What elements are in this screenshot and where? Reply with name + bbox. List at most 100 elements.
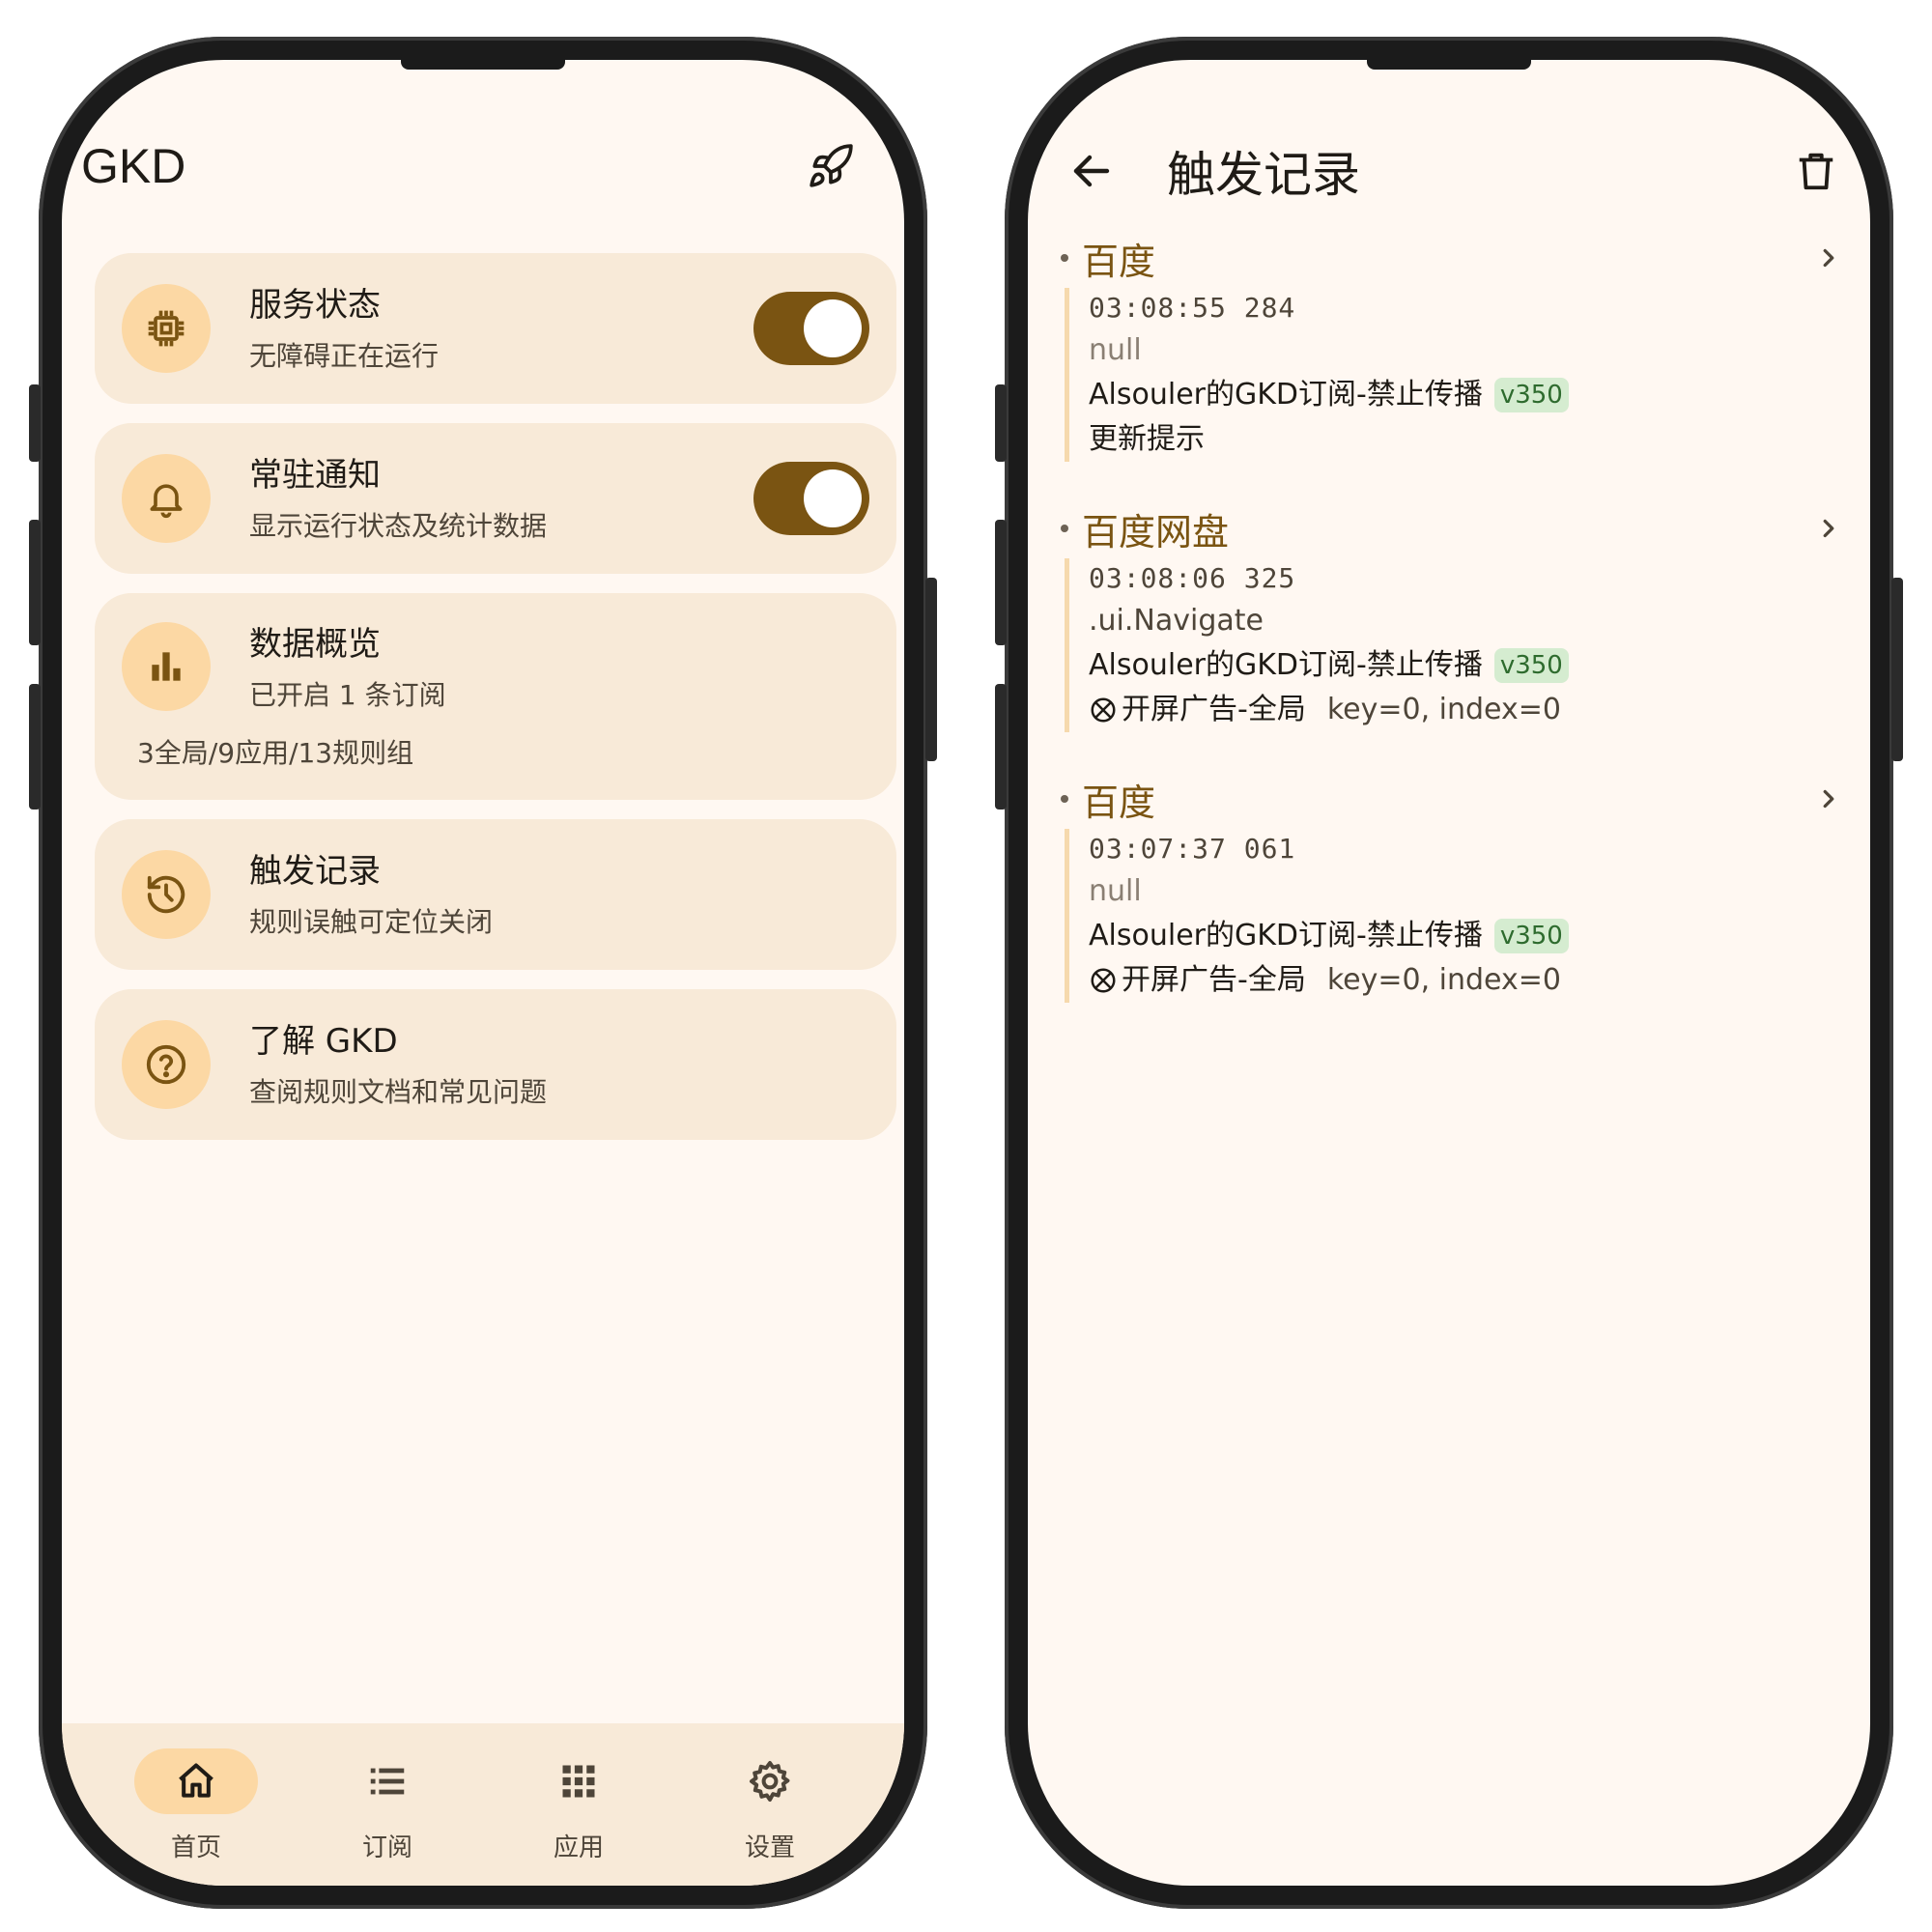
card-icon-bg <box>122 454 211 543</box>
grid-icon <box>562 1765 595 1798</box>
home-icon <box>179 1763 213 1798</box>
rocket-button[interactable] <box>796 131 866 201</box>
rules-summary: 3全局/9应用/13规则组 <box>137 737 414 769</box>
switch-knob <box>804 469 862 527</box>
service-status-switch[interactable] <box>753 292 869 365</box>
record-app-name: 百度 <box>1082 781 1156 824</box>
home-cards: 服务状态 无障碍正在运行 常驻通知 显示运行状态及统计数据 数据概览 已开启 1… <box>95 253 896 1159</box>
bullet-dot <box>1061 254 1068 262</box>
version-badge: v350 <box>1493 378 1569 412</box>
card-icon-bg <box>122 1020 211 1109</box>
card-subtitle: 显示运行状态及统计数据 <box>249 510 548 542</box>
bullet-dot <box>1061 525 1068 532</box>
nav-home[interactable]: 首页 <box>114 1748 278 1886</box>
ban-icon <box>1091 697 1116 723</box>
card-title: 触发记录 <box>249 852 381 891</box>
side-button <box>995 684 1007 810</box>
power-button <box>925 578 937 761</box>
record-item[interactable]: 百度 03:07:37 061 null Alsouler的GKD订阅-禁止传播… <box>1061 775 1843 1003</box>
home-app-bar: GKD <box>81 128 866 205</box>
card-subtitle: 已开启 1 条订阅 <box>249 679 446 711</box>
back-button[interactable] <box>1057 136 1126 206</box>
trash-icon <box>1799 153 1833 190</box>
card-subtitle: 规则误触可定位关闭 <box>249 906 494 938</box>
card-icon-bg <box>122 284 211 373</box>
bottom-navigation: 首页 订阅 应用 设置 <box>62 1723 904 1886</box>
version-badge: v350 <box>1493 648 1569 683</box>
record-subscription: Alsouler的GKD订阅-禁止传播 <box>1089 378 1483 412</box>
phone-frame-right: 触发记录 百度 03:08:55 284 null Alsouler的GKD订阅… <box>995 37 1903 1909</box>
trigger-records-screen: 触发记录 百度 03:08:55 284 null Alsouler的GKD订阅… <box>1028 60 1870 1886</box>
bell-icon <box>150 484 183 519</box>
record-activity: .ui.Navigate <box>1089 604 1264 638</box>
record-subscription: Alsouler的GKD订阅-禁止传播 <box>1089 919 1483 952</box>
record-rule: 更新提示 <box>1089 422 1205 456</box>
rocket-icon <box>810 144 853 187</box>
ban-icon <box>1091 968 1116 993</box>
trigger-records-card[interactable]: 触发记录 规则误触可定位关闭 <box>95 819 896 970</box>
bullet-dot <box>1061 795 1068 803</box>
nav-apps[interactable]: 应用 <box>497 1748 661 1886</box>
record-rule: 开屏广告-全局 <box>1122 963 1306 997</box>
speaker <box>1367 60 1531 70</box>
record-app-name: 百度 <box>1082 240 1156 283</box>
card-title: 了解 GKD <box>249 1022 398 1061</box>
help-circle-icon <box>146 1044 186 1085</box>
card-title: 服务状态 <box>249 286 381 325</box>
nav-label: 设置 <box>744 1833 795 1862</box>
record-activity: null <box>1089 874 1142 908</box>
card-icon-bg <box>122 850 211 939</box>
record-item[interactable]: 百度网盘 03:08:06 325 .ui.Navigate Alsouler的… <box>1061 504 1843 732</box>
side-button <box>995 520 1007 645</box>
speaker <box>401 60 565 70</box>
side-button <box>29 684 41 810</box>
version-badge: v350 <box>1493 919 1569 953</box>
list-icon <box>370 1768 405 1795</box>
page-title: 触发记录 <box>1167 147 1360 203</box>
history-icon <box>147 875 185 914</box>
home-screen: GKD 服务状态 无障碍正在运行 常驻通知 显示运行状态及统计数据 数据概览 已… <box>62 60 904 1886</box>
card-title: 数据概览 <box>249 625 381 664</box>
chevron-right-icon <box>1823 248 1834 268</box>
card-subtitle: 查阅规则文档和常见问题 <box>249 1076 548 1108</box>
side-button <box>995 384 1007 462</box>
chevron-right-icon <box>1823 519 1834 538</box>
nav-label: 订阅 <box>361 1833 412 1862</box>
records-app-bar: 触发记录 <box>1057 128 1851 214</box>
bar-chart-icon <box>152 652 181 681</box>
app-title: GKD <box>81 139 186 193</box>
power-button <box>1891 578 1903 761</box>
delete-button[interactable] <box>1781 136 1851 206</box>
gear-icon <box>750 1761 790 1802</box>
nav-subscription[interactable]: 订阅 <box>305 1748 469 1886</box>
record-time: 03:07:37 061 <box>1089 833 1296 865</box>
record-rule: 开屏广告-全局 <box>1122 693 1306 726</box>
data-overview-card[interactable]: 数据概览 已开启 1 条订阅 3全局/9应用/13规则组 <box>95 593 896 800</box>
card-title: 常驻通知 <box>249 456 381 495</box>
record-key: key=0, index=0 <box>1326 963 1561 997</box>
phone-frame-left: GKD 服务状态 无障碍正在运行 常驻通知 显示运行状态及统计数据 数据概览 已… <box>29 37 937 1909</box>
side-button <box>29 520 41 645</box>
side-button <box>29 384 41 462</box>
card-icon-bg <box>122 622 211 711</box>
about-gkd-card[interactable]: 了解 GKD 查阅规则文档和常见问题 <box>95 989 896 1140</box>
nav-settings[interactable]: 设置 <box>688 1748 852 1886</box>
switch-knob <box>804 299 862 357</box>
chip-icon <box>148 310 185 347</box>
record-activity: null <box>1089 333 1142 367</box>
record-key: key=0, index=0 <box>1326 693 1561 726</box>
records-list: 百度 03:08:55 284 null Alsouler的GKD订阅-禁止传播… <box>1061 234 1843 1045</box>
chevron-right-icon <box>1823 789 1834 809</box>
service-status-card[interactable]: 服务状态 无障碍正在运行 <box>95 253 896 404</box>
record-app-name: 百度网盘 <box>1082 510 1230 554</box>
card-subtitle: 无障碍正在运行 <box>249 340 440 372</box>
record-subscription: Alsouler的GKD订阅-禁止传播 <box>1089 648 1483 682</box>
record-item[interactable]: 百度 03:08:55 284 null Alsouler的GKD订阅-禁止传播… <box>1061 234 1843 462</box>
persistent-notification-card[interactable]: 常驻通知 显示运行状态及统计数据 <box>95 423 896 574</box>
notification-switch[interactable] <box>753 462 869 535</box>
record-time: 03:08:06 325 <box>1089 562 1296 594</box>
arrow-back-icon <box>1073 155 1110 187</box>
nav-label: 应用 <box>553 1833 604 1862</box>
record-time: 03:08:55 284 <box>1089 292 1296 324</box>
nav-label: 首页 <box>170 1833 221 1862</box>
